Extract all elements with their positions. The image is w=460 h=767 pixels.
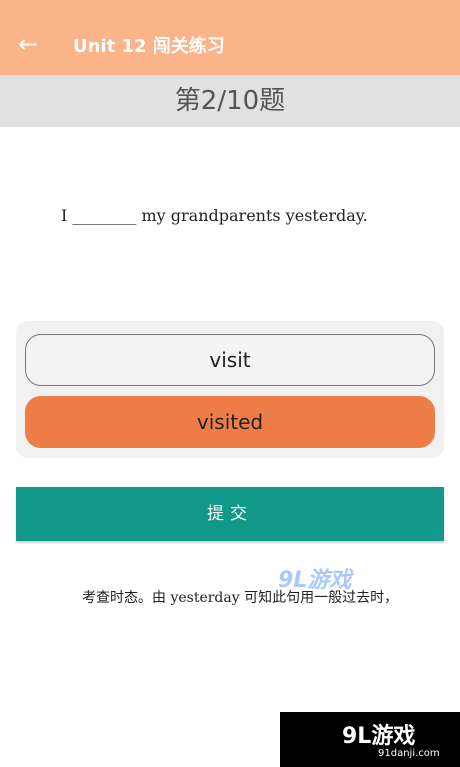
options-card: visit visited — [16, 321, 444, 458]
question-text: I ________ my grandparents yesterday. — [61, 206, 368, 225]
watermark-url: 91danji.com — [378, 748, 440, 759]
option-visit[interactable]: visit — [25, 334, 435, 386]
explanation-text: 考查时态。由 yesterday 可知此句用一般过去时， — [82, 590, 399, 606]
watermark-logo: 9L游戏 — [342, 724, 416, 749]
page-title: Unit 12 闯关练习 — [73, 36, 225, 57]
arrow-left-icon[interactable]: ← — [10, 26, 46, 62]
watermark-corner: 9L游戏 91danji.com — [280, 712, 460, 767]
app-header: ← Unit 12 闯关练习 — [0, 0, 460, 75]
watermark-mid: 9L游戏 — [278, 568, 352, 593]
question-progress: 第2/10题 — [0, 75, 460, 127]
option-visited[interactable]: visited — [25, 396, 435, 448]
submit-button[interactable]: 提交 — [16, 487, 444, 541]
